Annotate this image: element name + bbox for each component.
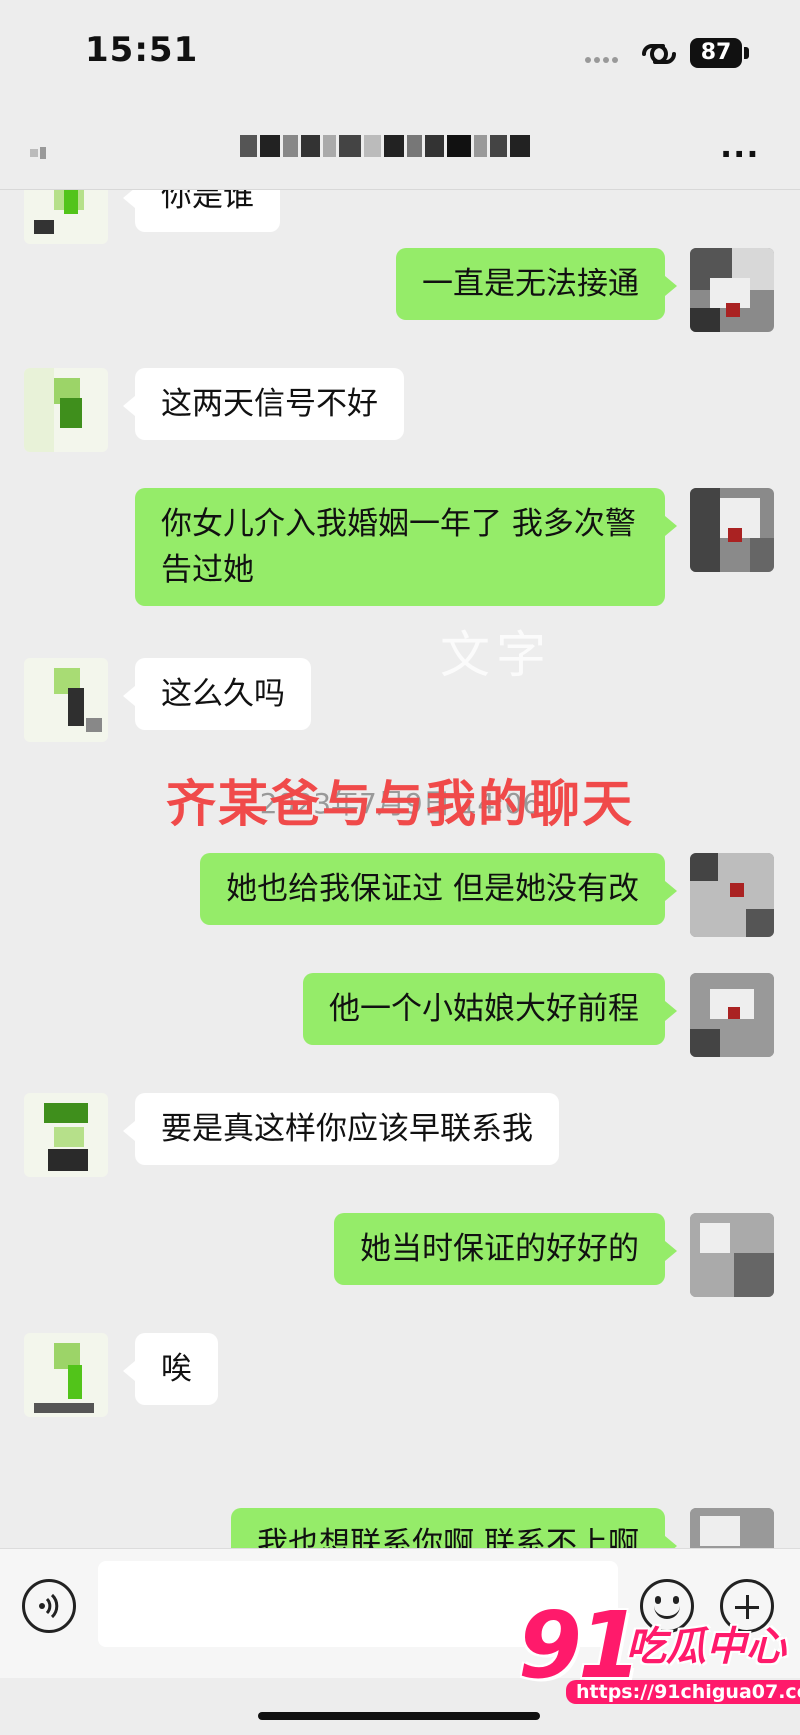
chat-title-redacted: [240, 132, 531, 160]
contact-avatar[interactable]: [24, 368, 108, 452]
contact-avatar[interactable]: [24, 658, 108, 742]
link-icon: [642, 44, 676, 64]
home-indicator[interactable]: [258, 1712, 540, 1720]
my-avatar[interactable]: [690, 973, 774, 1057]
contact-avatar[interactable]: [24, 1333, 108, 1417]
my-avatar[interactable]: [690, 853, 774, 937]
logo-name: 吃瓜中心: [626, 1624, 786, 1670]
my-avatar[interactable]: [690, 488, 774, 572]
watermark-text: 文字: [440, 626, 552, 684]
my-avatar[interactable]: [690, 1213, 774, 1297]
battery-tip: [744, 47, 749, 59]
site-logo: 91 吃瓜中心 https://91chigua07.com: [518, 1592, 800, 1712]
contact-avatar[interactable]: [24, 190, 108, 244]
contact-avatar[interactable]: [24, 1093, 108, 1177]
more-options-icon[interactable]: ···: [720, 135, 759, 173]
battery-indicator: 87: [690, 38, 742, 68]
outgoing-message[interactable]: 一直是无法接通: [396, 248, 677, 320]
status-bar: 15:51 87: [0, 0, 800, 105]
outgoing-message[interactable]: 他一个小姑娘大好前程: [303, 973, 677, 1045]
voice-wave-icon: [39, 1593, 59, 1619]
outgoing-message[interactable]: 她当时保证的好好的: [334, 1213, 677, 1285]
message-list[interactable]: 你是谁 一直是无法接通 这两天信号不好 你女儿介入我婚姻一年了 我多次警告过她: [0, 190, 800, 1550]
my-avatar[interactable]: [690, 1508, 774, 1550]
chat-header: ···: [0, 105, 800, 190]
outgoing-message[interactable]: 她也给我保证过 但是她没有改: [200, 853, 677, 925]
outgoing-message[interactable]: 我也想联系你啊 联系不上啊: [231, 1508, 677, 1550]
incoming-message[interactable]: 这么久吗: [123, 658, 311, 730]
signal-icon: [585, 48, 625, 63]
incoming-message[interactable]: 要是真这样你应该早联系我: [123, 1093, 559, 1165]
my-avatar[interactable]: [690, 248, 774, 332]
back-icon[interactable]: [30, 145, 58, 161]
logo-url: https://91chigua07.com: [566, 1680, 800, 1704]
status-time: 15:51: [85, 30, 199, 70]
incoming-message[interactable]: 唉: [123, 1333, 218, 1405]
voice-input-icon[interactable]: [22, 1579, 76, 1633]
incoming-message[interactable]: 你是谁: [123, 190, 280, 232]
overlay-caption: 齐某爸与与我的聊天: [166, 775, 634, 833]
incoming-message[interactable]: 这两天信号不好: [123, 368, 404, 440]
outgoing-message[interactable]: 你女儿介入我婚姻一年了 我多次警告过她: [135, 488, 677, 606]
